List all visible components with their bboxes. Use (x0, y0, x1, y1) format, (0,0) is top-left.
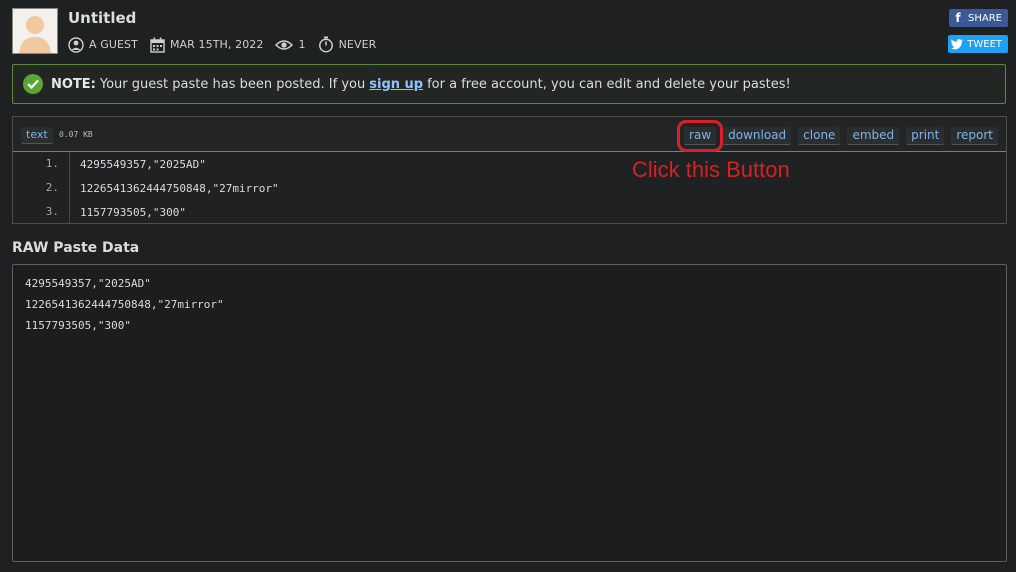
syntax-tag[interactable]: text (21, 127, 53, 144)
paste-actions: raw download clone embed print report (677, 120, 998, 152)
clone-button[interactable]: clone (798, 127, 841, 145)
raw-button[interactable]: raw (677, 120, 724, 152)
paste-size: 0.07 KB (59, 130, 93, 139)
share-label: SHARE (968, 12, 1002, 24)
facebook-share-button[interactable]: f SHARE (949, 9, 1008, 27)
print-button[interactable]: print (906, 127, 945, 145)
user-icon (68, 36, 84, 53)
tweet-label: TWEET (967, 38, 1002, 50)
code-line: 3. 1157793505,"300" (13, 200, 1006, 224)
download-button[interactable]: download (723, 127, 792, 145)
notice-text-after: for a free account, you can edit and del… (427, 76, 791, 92)
sign-up-link[interactable]: sign up (369, 77, 423, 92)
facebook-icon: f (955, 11, 961, 25)
notice-prefix: NOTE: (51, 76, 96, 92)
check-icon (23, 74, 43, 94)
line-code: 1157793505,"300" (80, 205, 186, 219)
raw-paste-title: RAW Paste Data (12, 240, 140, 256)
view-count: 1 (298, 38, 306, 51)
avatar[interactable] (12, 8, 58, 54)
calendar-icon (150, 37, 165, 53)
report-button[interactable]: report (951, 127, 998, 145)
code-lines: 1. 4295549357,"2025AD" 2. 12265413624447… (13, 152, 1006, 224)
line-number: 1. (13, 152, 70, 176)
paste-box: text 0.07 KB raw download clone embed pr… (12, 116, 1007, 224)
raw-line: 4295549357,"2025AD" (25, 277, 151, 290)
guest-notice: NOTE: Your guest paste has been posted. … (12, 64, 1006, 104)
views-group: 1 (275, 38, 305, 52)
line-number: 3. (13, 200, 70, 224)
author-group: A GUEST (68, 36, 138, 53)
line-code: 4295549357,"2025AD" (80, 157, 206, 171)
expiry-value: NEVER (338, 38, 377, 51)
expiry-group: NEVER (318, 36, 377, 53)
eye-icon (275, 39, 294, 50)
click-annotation: Click this Button (632, 157, 790, 182)
paste-toolbar: text 0.07 KB raw download clone embed pr… (13, 117, 1006, 152)
line-number: 2. (13, 176, 70, 200)
embed-button[interactable]: embed (847, 127, 900, 145)
paste-date: MAR 15TH, 2022 (169, 38, 264, 51)
code-line: 2. 1226541362444750848,"27mirror" (13, 176, 1006, 200)
raw-line: 1226541362444750848,"27mirror" (25, 298, 224, 311)
paste-title: Untitled (68, 9, 137, 27)
raw-paste-textarea[interactable]: 4295549357,"2025AD" 1226541362444750848,… (12, 264, 1007, 562)
line-code: 1226541362444750848,"27mirror" (80, 181, 279, 195)
twitter-tweet-button[interactable]: TWEET (948, 35, 1008, 53)
date-group: MAR 15TH, 2022 (150, 37, 264, 53)
author-name[interactable]: A GUEST (89, 38, 138, 51)
timer-icon (318, 36, 333, 53)
raw-line: 1157793505,"300" (25, 319, 131, 332)
notice-text-before: Your guest paste has been posted. If you (99, 76, 366, 92)
code-line: 1. 4295549357,"2025AD" (13, 152, 1006, 176)
paste-meta: A GUEST MAR 15TH, 2022 1 NEVER (68, 36, 382, 53)
twitter-icon (950, 37, 964, 51)
